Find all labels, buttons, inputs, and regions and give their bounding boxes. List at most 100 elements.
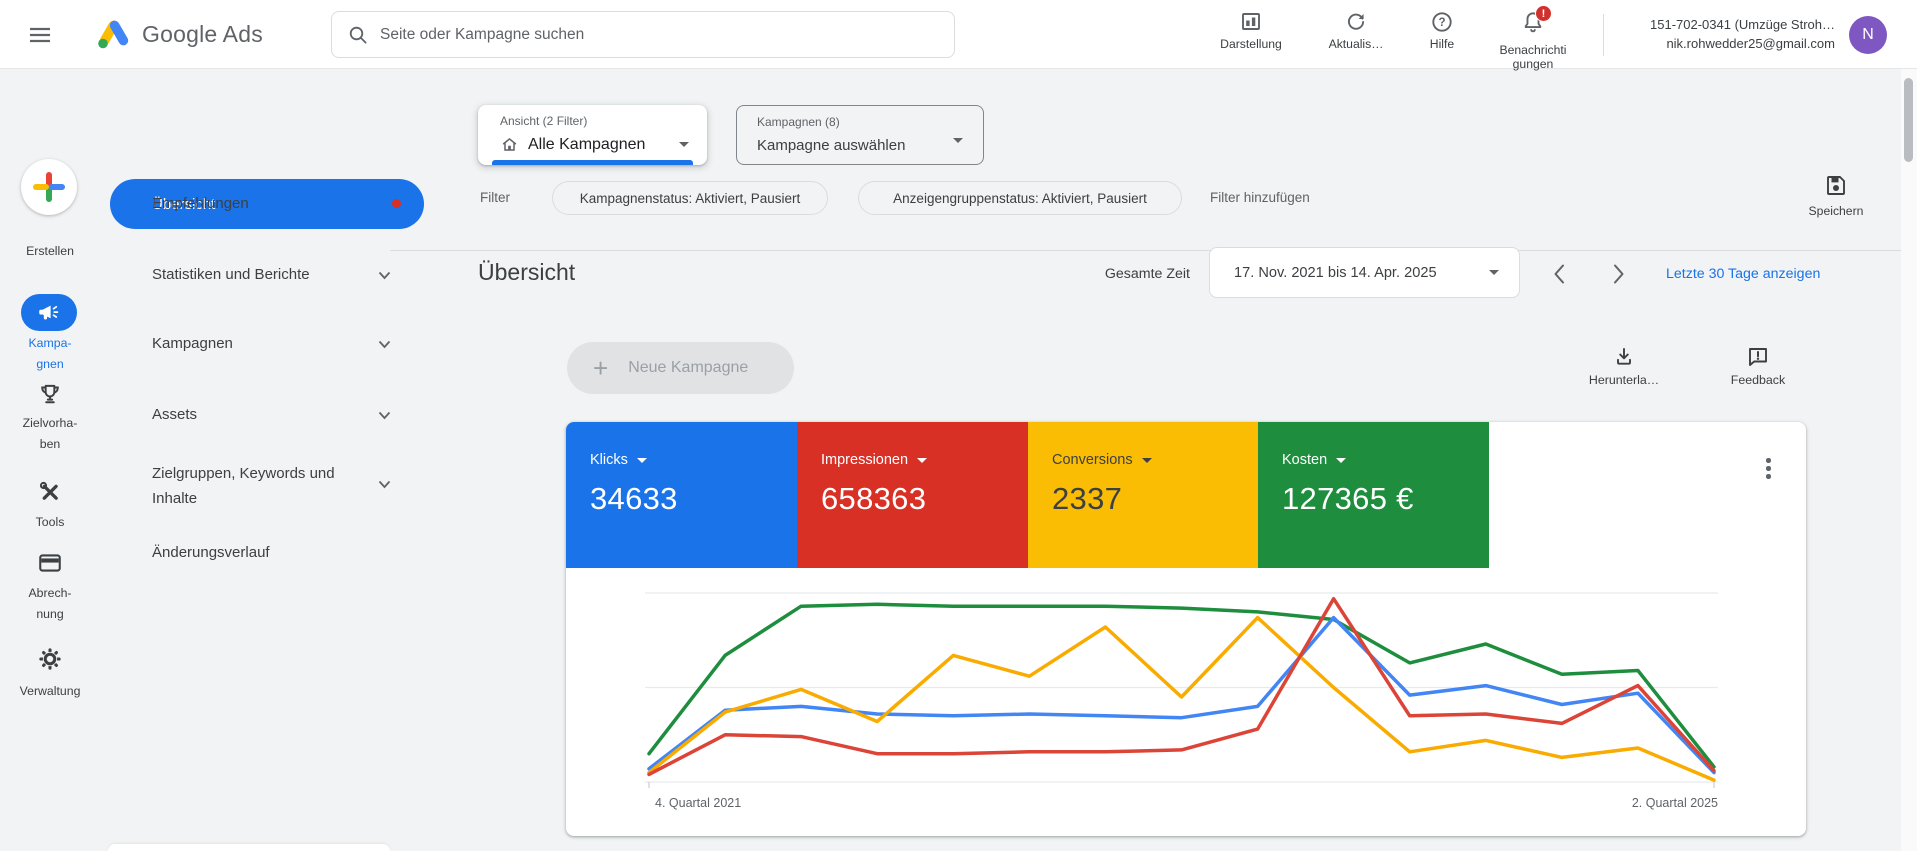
notification-badge: ! [1535, 5, 1552, 22]
hamburger-menu-button[interactable] [28, 23, 52, 52]
metric-value: 34633 [590, 481, 797, 517]
google-ads-logo[interactable]: Google Ads [96, 18, 263, 50]
chevron-down-icon[interactable] [378, 411, 391, 420]
subnav-item-assets[interactable]: Assets [152, 406, 197, 423]
download-button[interactable]: Herunterla… [1579, 345, 1669, 387]
tools-icon [37, 479, 63, 505]
subnav-item-statistiken[interactable]: Statistiken und Berichte [152, 266, 310, 283]
subnav-item-aenderungsverlauf[interactable]: Änderungsverlauf [152, 544, 270, 561]
caret-icon [1336, 458, 1346, 463]
scrollbar-thumb[interactable] [1904, 78, 1913, 162]
trophy-icon [37, 381, 63, 407]
view-selector[interactable]: Ansicht (2 Filter) Alle Kampagnen [478, 105, 707, 165]
hamburger-icon [28, 23, 52, 47]
campaign-selector-value: Kampagne auswählen [757, 137, 905, 154]
rail-item-verwaltung[interactable] [37, 646, 63, 677]
search-icon [348, 25, 368, 45]
date-scope-label: Gesamte Zeit [1040, 266, 1190, 282]
google-ads-logo-icon [96, 18, 132, 50]
metric-card-impressionen[interactable]: Impressionen 658363 [797, 422, 1028, 568]
refresh-button[interactable]: Aktualis… [1316, 10, 1396, 51]
feedback-button[interactable]: Feedback [1713, 345, 1803, 387]
create-button[interactable] [21, 159, 77, 215]
add-filter-button[interactable]: Filter hinzufügen [1210, 190, 1310, 205]
account-email: nik.rohwedder25@gmail.com [1610, 34, 1835, 53]
avatar[interactable]: N [1849, 16, 1887, 54]
metric-value: 127365 € [1282, 481, 1489, 517]
rail-kampagnen-label: Kampa- gnen [0, 333, 100, 375]
help-button[interactable]: ? Hilfe [1412, 10, 1472, 51]
campaign-selector-caption: Kampagnen (8) [757, 115, 840, 129]
next-period-chevron-icon[interactable] [1612, 263, 1626, 285]
nav-rail: Erstellen Kampa- gnen Zielvorha- ben [0, 69, 100, 851]
prev-period-chevron-icon[interactable] [1552, 263, 1566, 285]
subnav-item-empfehlungen[interactable]: Empfehlungen [152, 195, 249, 212]
plus-icon: + [593, 355, 608, 381]
chevron-down-icon[interactable] [378, 480, 391, 489]
search-input[interactable] [380, 26, 938, 44]
help-icon: ? [1430, 10, 1454, 34]
view-selector-value: Alle Kampagnen [528, 136, 645, 154]
section-divider [390, 250, 1917, 251]
filter-chip-campaign-status[interactable]: Kampagnenstatus: Aktiviert, Pausiert [552, 181, 828, 215]
date-range-picker[interactable]: 17. Nov. 2021 bis 14. Apr. 2025 [1209, 247, 1520, 298]
last-30-days-link[interactable]: Letzte 30 Tage anzeigen [1666, 266, 1820, 282]
caret-icon [1489, 270, 1499, 275]
metric-value: 2337 [1052, 481, 1258, 517]
rail-zielvorhaben-label: Zielvorha- ben [0, 413, 100, 455]
subnav-item-kampagnen[interactable]: Kampagnen [152, 335, 233, 352]
refresh-icon [1344, 10, 1368, 34]
chart-presentation-icon [1239, 10, 1263, 34]
card-overflow-menu[interactable] [1762, 454, 1775, 483]
caret-icon [637, 458, 647, 463]
caret-icon [1142, 458, 1152, 463]
notifications-button[interactable]: ! Benachrichti gungen [1481, 10, 1585, 71]
overview-card: Klicks 34633 Impressionen 658363 Convers… [566, 422, 1806, 836]
feedback-icon [1746, 345, 1770, 369]
rail-item-kampagnen[interactable] [21, 294, 77, 331]
global-search [331, 11, 955, 58]
caret-icon [917, 458, 927, 463]
home-icon [500, 135, 519, 154]
topbar: Google Ads Darstellung Aktualis… ? [0, 0, 1917, 69]
save-button[interactable]: Speichern [1796, 173, 1876, 218]
recommendations-dot [392, 199, 401, 208]
rail-item-abrechnung[interactable] [37, 550, 63, 581]
page-title: Übersicht [478, 259, 575, 286]
appearance-button[interactable]: Darstellung [1206, 10, 1296, 51]
view-selector-caption: Ansicht (2 Filter) [500, 114, 587, 128]
new-campaign-button[interactable]: + Neue Kampagne [567, 342, 794, 394]
topbar-divider [1603, 14, 1604, 56]
chevron-down-icon[interactable] [378, 340, 391, 349]
rail-item-tools[interactable] [37, 479, 63, 510]
account-switcher[interactable]: 151-702-0341 (Umzüge Stroh… nik.rohwedde… [1610, 15, 1835, 53]
rail-item-zielvorhaben[interactable] [37, 381, 63, 412]
campaign-selector[interactable]: Kampagnen (8) Kampagne auswählen [736, 105, 984, 165]
x-axis-label-start: 4. Quartal 2021 [655, 796, 741, 810]
metric-card-klicks[interactable]: Klicks 34633 [566, 422, 797, 568]
filter-chip-adgroup-status[interactable]: Anzeigengruppenstatus: Aktiviert, Pausie… [858, 181, 1182, 215]
rail-create-label: Erstellen [0, 241, 100, 262]
credit-card-icon [37, 550, 63, 576]
scrollbar-track [1901, 69, 1917, 851]
rail-abrechnung-label: Abrech- nung [0, 583, 100, 625]
caret-icon [679, 142, 689, 147]
brand-name: Google Ads [142, 21, 263, 48]
peeking-panel [108, 844, 390, 851]
date-range-value: 17. Nov. 2021 bis 14. Apr. 2025 [1234, 265, 1489, 281]
svg-text:?: ? [1438, 17, 1445, 29]
filter-label: Filter [480, 190, 510, 205]
caret-icon [953, 138, 963, 143]
rail-verwaltung-label: Verwaltung [0, 681, 100, 702]
x-axis-label-end: 2. Quartal 2025 [1518, 796, 1718, 810]
metric-card-kosten[interactable]: Kosten 127365 € [1258, 422, 1489, 568]
active-tab-indicator [492, 160, 693, 165]
save-icon [1824, 173, 1848, 197]
chevron-down-icon[interactable] [378, 271, 391, 280]
metric-value: 658363 [821, 481, 1028, 517]
gear-icon [37, 646, 63, 672]
subnav-item-zielgruppen[interactable]: Zielgruppen, Keywords und Inhalte [152, 461, 370, 511]
google-ads-app: Google Ads Darstellung Aktualis… ? [0, 0, 1917, 851]
metric-card-conversions[interactable]: Conversions 2337 [1028, 422, 1258, 568]
subnav: Übersicht [100, 69, 430, 851]
